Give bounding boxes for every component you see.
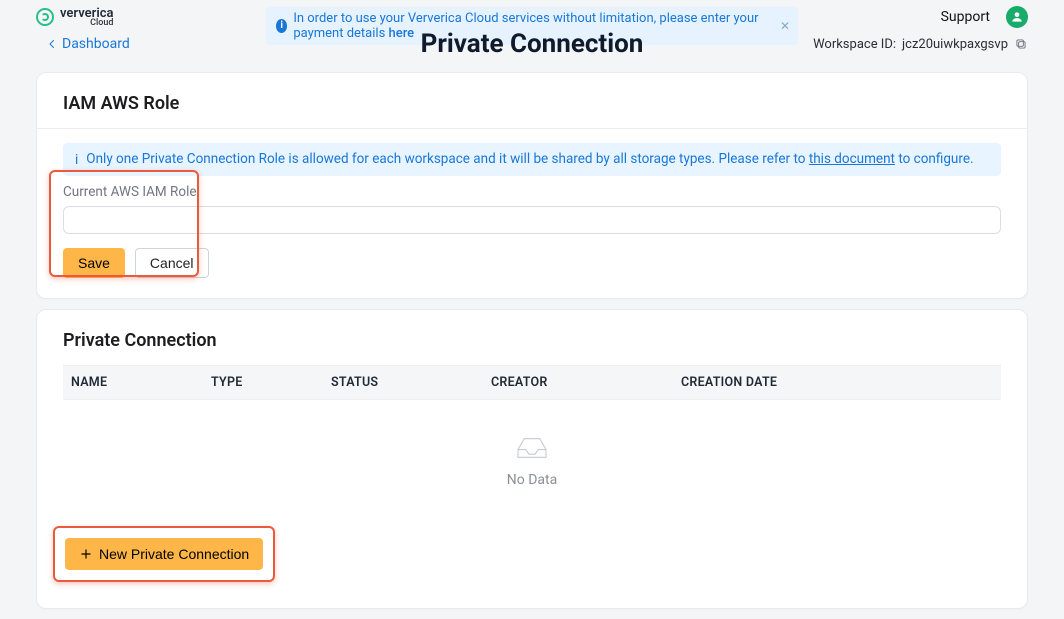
col-status: STATUS	[323, 366, 483, 399]
workspace-value: jcz20uiwkpaxgsvp	[902, 37, 1008, 52]
info-icon: i	[276, 19, 287, 33]
chevron-left-icon	[46, 38, 58, 50]
plus-icon	[79, 547, 93, 561]
new-private-connection-button[interactable]: New Private Connection	[65, 538, 263, 570]
save-button[interactable]: Save	[63, 248, 125, 278]
info-icon: i	[75, 152, 78, 168]
new-conn-label: New Private Connection	[99, 546, 249, 562]
workspace-label: Workspace ID:	[813, 37, 896, 52]
iam-info-alert: i Only one Private Connection Role is al…	[63, 143, 1001, 176]
col-actions	[963, 366, 1001, 399]
workspace-id: Workspace ID: jcz20uiwkpaxgsvp	[813, 37, 1028, 52]
empty-state: No Data	[63, 400, 1001, 516]
brand-mark-icon	[36, 8, 54, 26]
col-name: NAME	[63, 366, 203, 399]
cancel-button[interactable]: Cancel	[135, 248, 209, 278]
back-to-dashboard-link[interactable]: Dashboard	[46, 36, 130, 52]
iam-field-label: Current AWS IAM Role:	[63, 184, 1001, 200]
col-type: TYPE	[203, 366, 323, 399]
connection-table-header: NAME TYPE STATUS CREATOR CREATION DATE	[63, 365, 1001, 400]
iam-role-card: IAM AWS Role i Only one Private Connecti…	[36, 72, 1028, 299]
user-avatar[interactable]	[1006, 6, 1028, 28]
page-title: Private Connection	[421, 29, 644, 59]
copy-icon[interactable]	[1014, 37, 1028, 51]
banner-close-icon[interactable]: ✕	[780, 19, 790, 33]
private-connection-card: Private Connection NAME TYPE STATUS CREA…	[36, 309, 1028, 609]
highlight-annotation: New Private Connection	[53, 526, 275, 582]
empty-text: No Data	[507, 472, 557, 488]
iam-card-title: IAM AWS Role	[63, 93, 1001, 114]
iam-role-input[interactable]	[63, 206, 1001, 234]
col-creation-date: CREATION DATE	[673, 366, 963, 399]
divider	[37, 128, 1027, 129]
person-icon	[1010, 10, 1024, 24]
back-link-label: Dashboard	[62, 36, 130, 52]
conn-card-title: Private Connection	[63, 330, 1001, 351]
inbox-empty-icon	[513, 434, 551, 462]
iam-alert-text: Only one Private Connection Role is allo…	[86, 151, 809, 167]
iam-alert-doc-link[interactable]: this document	[809, 151, 895, 167]
support-link[interactable]: Support	[941, 9, 990, 25]
brand-logo[interactable]: ververica Cloud	[36, 7, 113, 28]
iam-alert-suffix: to configure.	[895, 151, 974, 167]
col-creator: CREATOR	[483, 366, 673, 399]
